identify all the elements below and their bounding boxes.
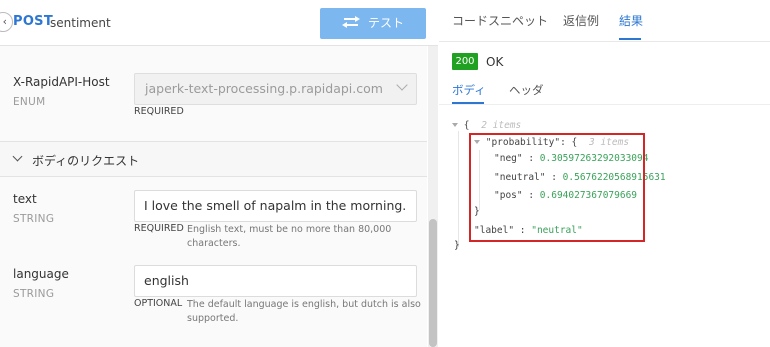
params-scroll-area[interactable]: ᵕ X-RapidAPI-Host ENUM japerk-text-proce…	[0, 46, 427, 347]
body-param-row: text STRING I love the smell of napalm i…	[0, 177, 427, 257]
status-text: OK	[486, 55, 504, 69]
http-method: POST	[13, 14, 54, 29]
host-select-value: japerk-text-processing.p.rapidapi.com	[145, 81, 383, 96]
json-root-close: }	[454, 240, 460, 251]
header-param-row: X-RapidAPI-Host ENUM japerk-text-process…	[0, 46, 427, 141]
param-description: supported.	[187, 313, 239, 324]
request-panel: ‹ POST sentiment テスト ᵕ X-RapidAPI-Host E…	[0, 0, 438, 347]
param-name: text	[13, 192, 37, 206]
section-title: ボディのリクエスト	[32, 154, 140, 168]
param-type: STRING	[13, 213, 55, 225]
body-section-toggle[interactable]: ボディのリクエスト	[0, 141, 427, 177]
param-description: English text, must be no more than 80,00…	[187, 224, 392, 249]
endpoint-name: sentiment	[50, 16, 111, 30]
chevron-down-icon	[12, 151, 23, 162]
tab-code-snippets[interactable]: コードスニペット	[452, 12, 548, 29]
text-input[interactable]: I love the smell of napalm in the mornin…	[134, 190, 417, 222]
chevron-down-icon	[396, 79, 408, 91]
indent-guide	[458, 131, 459, 247]
swap-arrows-icon	[341, 16, 360, 28]
param-name: language	[13, 267, 69, 281]
test-button-label: テスト	[367, 16, 404, 30]
test-button[interactable]: テスト	[320, 8, 426, 39]
subtab-headers[interactable]: ヘッダ	[509, 82, 544, 98]
json-root-line: { 2 items	[452, 120, 521, 131]
requirement-label: OPTIONAL	[134, 298, 183, 309]
host-select[interactable]: japerk-text-processing.p.rapidapi.com	[134, 73, 417, 105]
request-header: ‹ POST sentiment テスト	[0, 0, 438, 46]
tab-example-responses[interactable]: 返信例	[563, 12, 599, 29]
collapse-icon[interactable]	[452, 123, 458, 127]
back-icon[interactable]: ‹	[0, 12, 13, 32]
subtab-body[interactable]: ボディ	[452, 82, 486, 98]
status-badge: 200	[452, 53, 478, 70]
param-description: The default language is english, but dut…	[187, 299, 421, 310]
response-panel: コードスニペット 返信例 結果 200 OK ボディ ヘッダ { 2 items…	[439, 0, 770, 347]
scrollbar[interactable]	[428, 46, 438, 347]
divider	[439, 104, 770, 105]
response-tabs: コードスニペット 返信例 結果	[439, 0, 770, 42]
param-type: STRING	[13, 288, 55, 300]
language-input[interactable]: english	[134, 265, 417, 297]
tab-results[interactable]: 結果	[619, 12, 643, 29]
param-name: X-RapidAPI-Host	[13, 75, 110, 89]
requirement-label: REQUIRED	[134, 223, 184, 234]
active-tab-indicator	[619, 38, 641, 40]
body-param-row: language STRING english OPTIONAL The def…	[0, 257, 427, 347]
highlight-annotation	[469, 133, 645, 242]
requirement-label: REQUIRED	[134, 106, 184, 117]
scrollbar-thumb[interactable]	[429, 219, 437, 347]
param-type: ENUM	[13, 96, 46, 108]
item-count: 2 items	[481, 120, 522, 131]
